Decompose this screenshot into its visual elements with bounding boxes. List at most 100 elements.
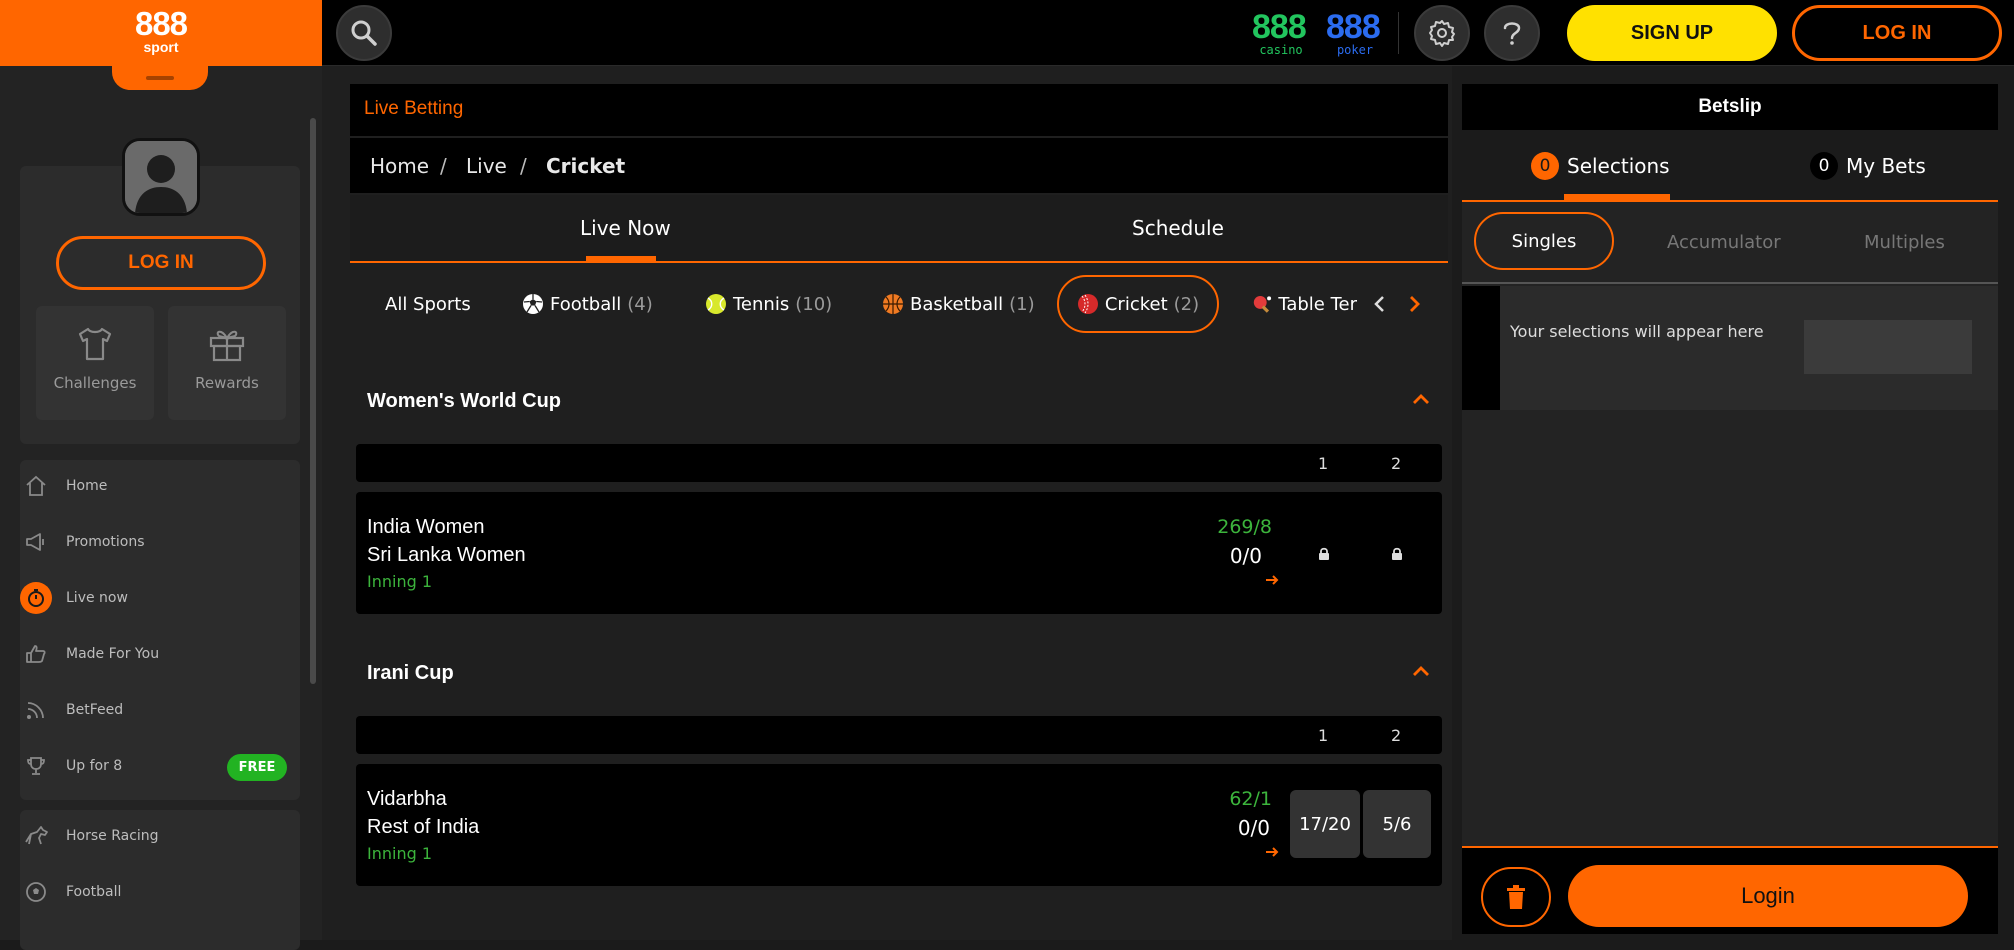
sport-tab-count: (1): [1009, 293, 1035, 315]
away-score: 0/0: [1229, 544, 1262, 568]
odds-button-1[interactable]: 17/20: [1290, 790, 1360, 858]
chevron-right-icon: [1410, 296, 1420, 312]
sidebar-item-horse-racing[interactable]: Horse Racing: [20, 818, 159, 854]
bet-type-singles[interactable]: Singles: [1474, 212, 1614, 270]
sidebar-item-up-for-8[interactable]: Up for 8: [20, 748, 122, 784]
rewards-label: Rewards: [195, 374, 259, 392]
sidebar-item-label: Home: [66, 478, 108, 494]
tab-selections[interactable]: 0 Selections: [1531, 152, 1670, 180]
tab-schedule[interactable]: Schedule: [1132, 216, 1224, 240]
tshirt-icon: [78, 327, 112, 361]
sidebar-item-betfeed[interactable]: BetFeed: [20, 692, 123, 728]
breadcrumb: [350, 138, 1448, 193]
chevron-left-icon: [1374, 296, 1384, 312]
sidebar-item-label: Promotions: [66, 534, 145, 550]
logo-888[interactable]: 888: [130, 6, 192, 42]
football-icon: [26, 882, 46, 902]
arrow-right-icon: [1266, 847, 1279, 857]
user-silhouette-icon: [125, 141, 197, 213]
home-team: India Women: [367, 516, 485, 538]
sidebar-item-football[interactable]: Football: [20, 874, 121, 910]
breadcrumb-home[interactable]: Home: [370, 154, 429, 178]
away-score: 0/0: [1237, 816, 1270, 840]
challenges-tile[interactable]: Challenges: [36, 306, 154, 420]
live-tabs: [350, 195, 1448, 263]
tab-my-bets[interactable]: 0 My Bets: [1810, 152, 1926, 180]
sidebar-item-label: Made For You: [66, 646, 160, 662]
horse-icon: [25, 826, 48, 845]
sport-tab-basketball[interactable]: Basketball (1): [882, 275, 1035, 333]
tab-live-now[interactable]: Live Now: [580, 216, 671, 240]
market-locked-2: [1390, 546, 1404, 562]
sport-tab-all[interactable]: All Sports: [385, 275, 471, 333]
selections-label: Selections: [1567, 154, 1670, 178]
clear-betslip-button[interactable]: [1481, 867, 1551, 927]
casino-logo: 888: [1252, 8, 1307, 46]
chevron-up-icon: [1413, 394, 1429, 404]
cricket-ball-icon: [1077, 294, 1098, 314]
away-team: Sri Lanka Women: [367, 544, 526, 566]
column-1-label: 1: [1318, 726, 1329, 745]
sidebar-item-promotions[interactable]: Promotions: [20, 524, 145, 560]
collapse-button[interactable]: [1410, 388, 1432, 410]
sport-tab-cricket[interactable]: Cricket (2): [1057, 275, 1219, 333]
tennis-ball-icon: [706, 294, 726, 314]
breadcrumb-separator: /: [520, 154, 527, 178]
odds-button-2[interactable]: 5/6: [1363, 790, 1431, 858]
sidebar-scrollbar[interactable]: [310, 118, 316, 684]
market-header: [356, 444, 1442, 482]
collapse-button[interactable]: [1410, 660, 1432, 682]
sidebar-collapse-handle[interactable]: [112, 60, 208, 90]
tab-active-indicator: [586, 256, 656, 261]
sign-up-button[interactable]: SIGN UP: [1567, 5, 1777, 61]
breadcrumb-live[interactable]: Live: [466, 154, 507, 178]
sport-tab-football[interactable]: Football (4): [522, 275, 653, 333]
stopwatch-icon: [20, 582, 52, 614]
sidebar-login-button[interactable]: LOG IN: [56, 236, 266, 290]
casino-link[interactable]: 888 casino: [1252, 10, 1310, 56]
sport-tab-label: All Sports: [385, 293, 471, 315]
sport-tab-tennis[interactable]: Tennis (10): [705, 275, 832, 333]
sidebar-item-made-for-you[interactable]: Made For You: [20, 636, 159, 672]
sport-tab-table-tennis[interactable]: Table Ter: [1253, 275, 1357, 333]
header-login-button[interactable]: LOG IN: [1792, 5, 2002, 61]
column-2-label: 2: [1391, 726, 1402, 745]
event-details-link[interactable]: [1264, 844, 1280, 860]
header-divider: [1398, 12, 1399, 54]
event-details-link[interactable]: [1264, 572, 1280, 588]
home-score: 62/1: [1229, 788, 1272, 810]
sidebar-item-home[interactable]: Home: [20, 468, 107, 504]
bet-type-multiples[interactable]: Multiples: [1864, 232, 1945, 253]
column-1-label: 1: [1318, 454, 1329, 473]
football-icon: [523, 294, 543, 314]
sport-tab-label: Basketball: [910, 293, 1004, 315]
search-icon: [351, 20, 377, 46]
poker-link[interactable]: 888 poker: [1326, 10, 1384, 56]
competition-title: Irani Cup: [367, 662, 454, 684]
sport-tab-count: (4): [627, 293, 653, 315]
sport-tab-count: (2): [1173, 293, 1200, 315]
mybets-label: My Bets: [1846, 154, 1926, 178]
search-button[interactable]: [336, 5, 392, 61]
arrow-right-icon: [1266, 575, 1279, 585]
rewards-tile[interactable]: Rewards: [168, 306, 286, 420]
betslip-login-button[interactable]: Login: [1568, 865, 1968, 927]
megaphone-icon: [26, 533, 44, 551]
chevron-up-icon: [1413, 666, 1429, 676]
page-title: Live Betting: [364, 98, 464, 119]
trash-icon: [1507, 885, 1525, 909]
basketball-icon: [883, 294, 903, 314]
sport-tab-label: Table Ter: [1278, 293, 1357, 315]
empty-state-gutter: [1462, 286, 1500, 410]
bet-type-accumulator[interactable]: Accumulator: [1667, 232, 1781, 253]
empty-state-placeholder: [1804, 320, 1972, 374]
sidebar-item-live-now[interactable]: Live now: [20, 580, 128, 616]
event-row[interactable]: [356, 764, 1442, 886]
home-team: Vidarbha: [367, 788, 447, 810]
question-mark-icon: [1503, 22, 1521, 45]
scroll-right-button[interactable]: [1404, 292, 1424, 316]
help-button[interactable]: [1484, 5, 1540, 61]
scroll-left-button[interactable]: [1370, 292, 1390, 316]
settings-button[interactable]: [1414, 5, 1470, 61]
sidebar-item-label: Football: [66, 884, 122, 900]
